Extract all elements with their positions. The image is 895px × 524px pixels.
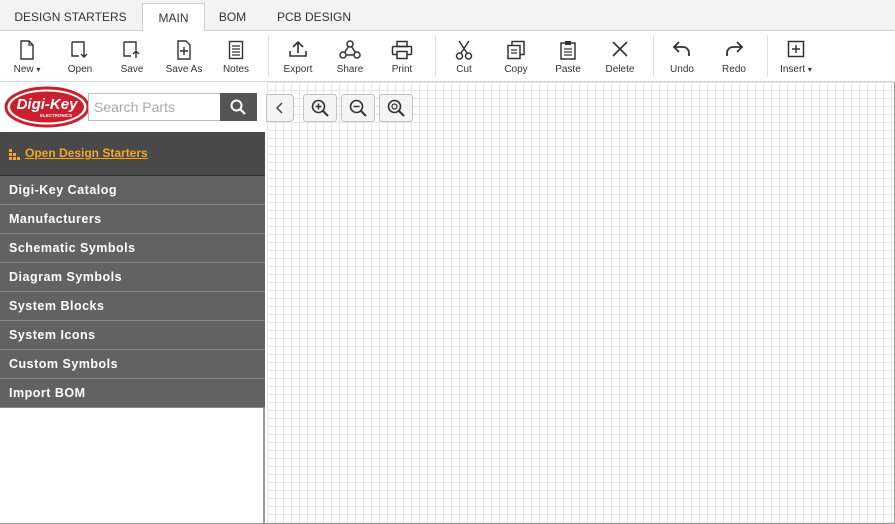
sidebar-item-digikey-catalog[interactable]: Digi-Key Catalog <box>0 176 265 205</box>
sidebar-item-system-blocks[interactable]: System Blocks <box>0 292 265 321</box>
delete-button[interactable]: Delete <box>595 31 645 81</box>
redo-button[interactable]: Redo <box>709 31 759 81</box>
digikey-logo[interactable]: Digi-Key ELECTRONICS <box>4 86 90 128</box>
toolbar-divider <box>435 35 436 77</box>
tab-bom[interactable]: BOM <box>206 3 259 31</box>
copy-label: Copy <box>504 64 528 75</box>
zoom-out-icon <box>349 99 367 117</box>
toolbar-divider <box>268 35 269 77</box>
cut-label: Cut <box>456 64 472 75</box>
save-icon <box>123 41 140 58</box>
search-input[interactable] <box>88 93 220 121</box>
clipboard-icon <box>560 41 576 60</box>
tab-bar: DESIGN STARTERS MAIN BOM PCB DESIGN <box>0 0 895 32</box>
delete-label: Delete <box>605 64 635 75</box>
sidebar-item-manufacturers[interactable]: Manufacturers <box>0 205 265 234</box>
new-label: New <box>13 64 34 75</box>
insert-icon <box>787 40 805 58</box>
zoom-fit-icon <box>387 99 405 117</box>
design-starters-icon <box>9 149 20 160</box>
cut-button[interactable]: Cut <box>439 31 489 81</box>
redo-label: Redo <box>722 64 746 75</box>
save-button[interactable]: Save <box>107 31 157 81</box>
zoom-in-button[interactable] <box>303 94 337 122</box>
logo-wordmark: Digi-Key <box>17 96 79 113</box>
sidebar-item-diagram-symbols[interactable]: Diagram Symbols <box>0 263 265 292</box>
new-file-icon <box>20 40 34 60</box>
print-icon <box>391 40 413 60</box>
toolbar-divider <box>653 35 654 77</box>
save-as-button[interactable]: Save As <box>159 31 209 81</box>
export-icon <box>289 40 307 57</box>
share-icon <box>339 40 361 59</box>
insert-label: Insert <box>780 64 806 75</box>
tab-main[interactable]: MAIN <box>142 3 205 32</box>
sidebar-item-custom-symbols[interactable]: Custom Symbols <box>0 350 265 379</box>
close-icon <box>612 41 628 57</box>
copy-icon <box>507 40 525 60</box>
save-as-icon <box>177 40 191 60</box>
notes-icon <box>228 40 244 60</box>
share-button[interactable]: Share <box>325 31 375 81</box>
paste-label: Paste <box>555 64 581 75</box>
sidebar-menu: Digi-Key Catalog Manufacturers Schematic… <box>0 176 265 408</box>
search-button[interactable] <box>220 93 257 121</box>
save-as-label: Save As <box>165 64 203 75</box>
tab-design-starters[interactable]: DESIGN STARTERS <box>0 3 141 31</box>
sidebar-item-import-bom[interactable]: Import BOM <box>0 379 265 408</box>
design-starters-row: Open Design Starters <box>0 132 265 176</box>
undo-icon <box>672 41 690 56</box>
toolbar-divider <box>767 35 768 77</box>
print-label: Print <box>391 64 413 75</box>
zoom-out-button[interactable] <box>341 94 375 122</box>
collapse-sidebar-button[interactable] <box>266 94 294 122</box>
logo-subtext: ELECTRONICS <box>40 113 72 118</box>
share-label: Share <box>336 64 364 75</box>
save-label: Save <box>120 64 144 75</box>
zoom-fit-button[interactable] <box>379 94 413 122</box>
sidebar-header: Digi-Key ELECTRONICS <box>0 82 265 132</box>
open-design-starters-link[interactable]: Open Design Starters <box>25 146 148 160</box>
notes-button[interactable]: Notes <box>211 31 261 81</box>
toolbar: New ▾ Open Save Save As Notes Export Sha… <box>0 31 895 82</box>
insert-button[interactable]: Insert ▾ <box>771 31 821 81</box>
insert-dropdown-icon: ▾ <box>807 65 812 74</box>
scissors-icon <box>455 40 473 60</box>
undo-label: Undo <box>670 64 694 75</box>
undo-button[interactable]: Undo <box>657 31 707 81</box>
sidebar-item-system-icons[interactable]: System Icons <box>0 321 265 350</box>
notes-label: Notes <box>222 64 250 75</box>
print-button[interactable]: Print <box>377 31 427 81</box>
paste-button[interactable]: Paste <box>543 31 593 81</box>
zoom-in-icon <box>311 99 329 117</box>
design-canvas[interactable] <box>266 82 894 523</box>
export-label: Export <box>283 64 313 75</box>
sidebar: Digi-Key ELECTRONICS Open Design Starter… <box>0 82 265 523</box>
copy-button[interactable]: Copy <box>491 31 541 81</box>
open-button[interactable]: Open <box>55 31 105 81</box>
tab-pcb-design[interactable]: PCB DESIGN <box>260 3 368 31</box>
new-dropdown-icon: ▾ <box>36 65 41 74</box>
export-button[interactable]: Export <box>273 31 323 81</box>
open-label: Open <box>67 64 93 75</box>
sidebar-item-schematic-symbols[interactable]: Schematic Symbols <box>0 234 265 263</box>
new-button[interactable]: New ▾ <box>2 31 52 81</box>
open-file-icon <box>71 41 88 58</box>
redo-icon <box>726 41 744 56</box>
search-icon <box>230 99 246 115</box>
chevron-left-icon <box>276 102 283 114</box>
